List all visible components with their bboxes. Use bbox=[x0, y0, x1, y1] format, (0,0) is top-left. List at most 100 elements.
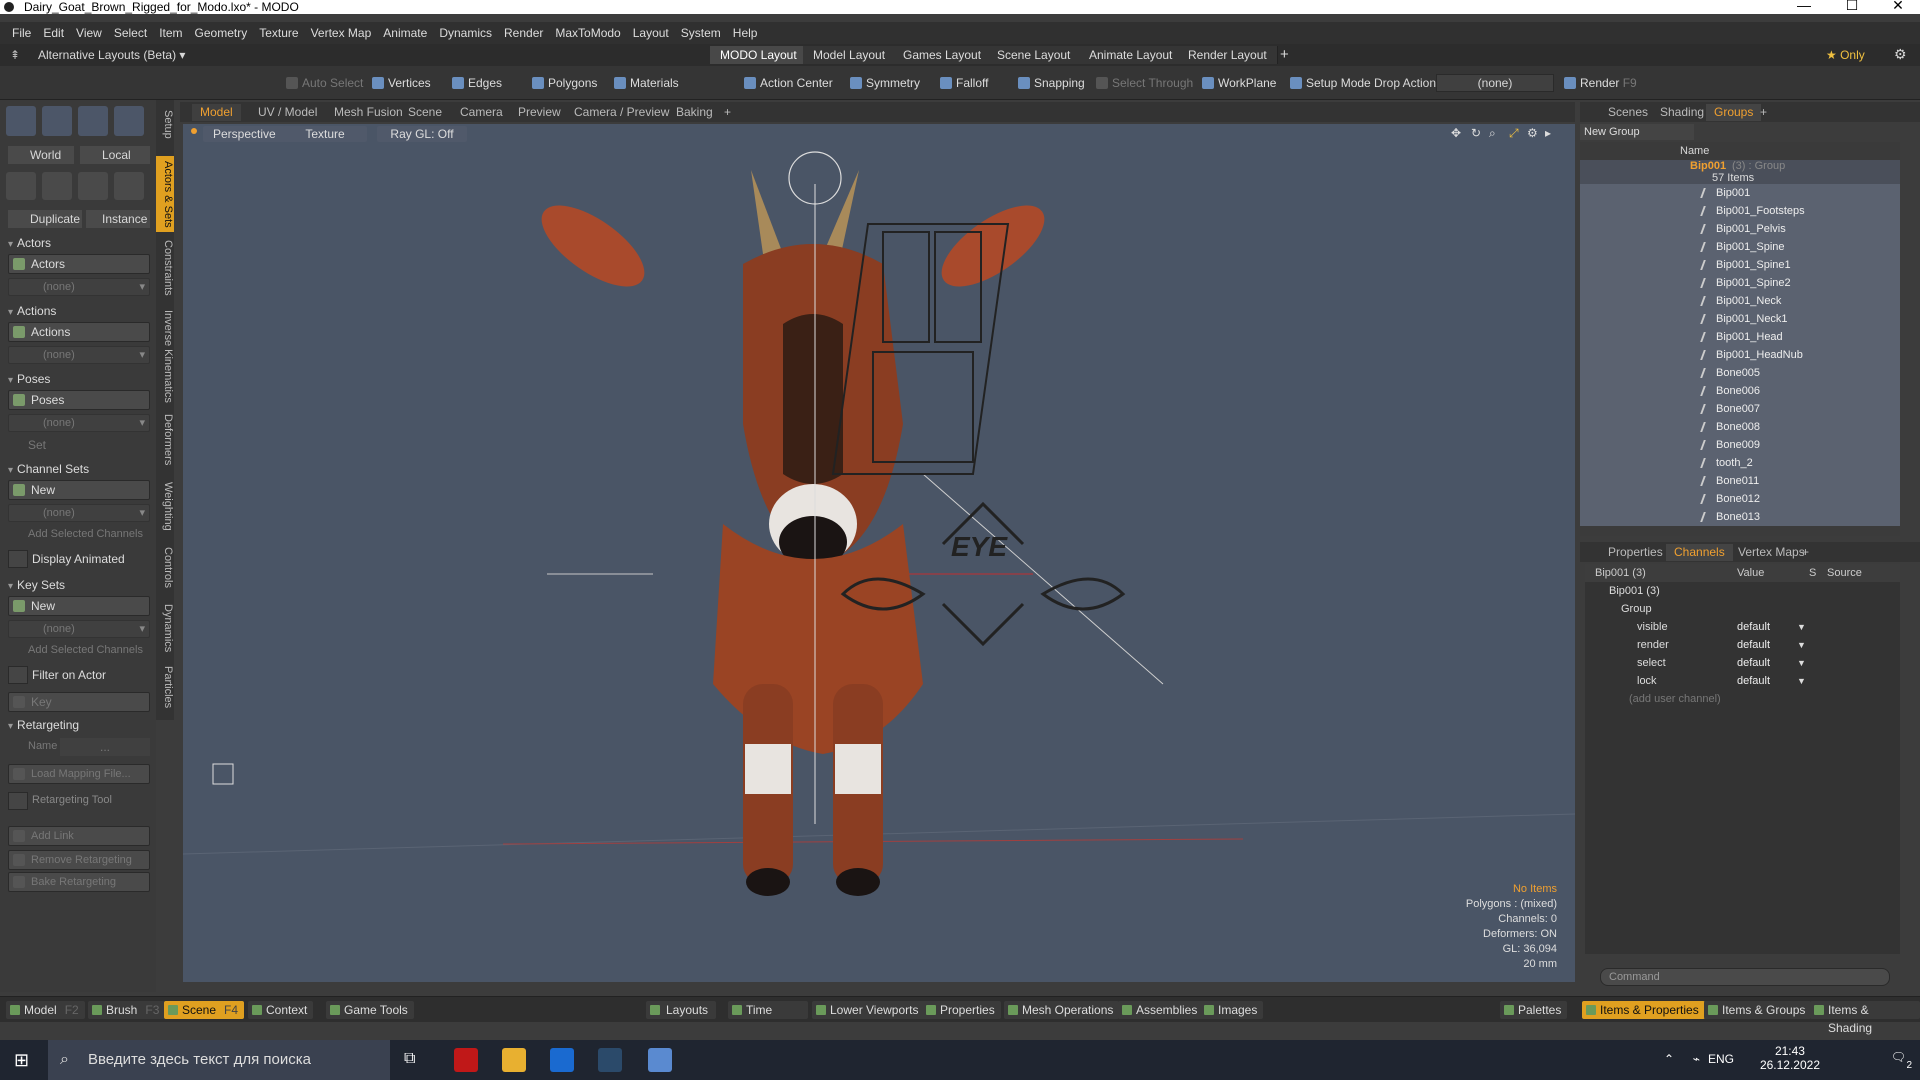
vtab-setup[interactable]: Setup bbox=[156, 106, 174, 142]
group-item[interactable]: Bone006 bbox=[1580, 382, 1900, 400]
tab-render-layout[interactable]: Render Layout bbox=[1178, 46, 1278, 64]
lower-viewports-button[interactable]: Lower Viewports bbox=[812, 1001, 925, 1019]
menu-geometry[interactable]: Geometry bbox=[195, 26, 248, 40]
notifications-icon[interactable]: 🗨 bbox=[1891, 1050, 1906, 1064]
network-icon[interactable]: ⌁ bbox=[1693, 1052, 1700, 1066]
polygons-button[interactable]: Polygons bbox=[530, 74, 597, 92]
edges-button[interactable]: Edges bbox=[450, 74, 502, 92]
key-sets-section-header[interactable]: Key Sets bbox=[8, 578, 65, 592]
locator-icon[interactable] bbox=[114, 172, 144, 200]
menu-dynamics[interactable]: Dynamics bbox=[439, 26, 492, 40]
task-view-icon[interactable]: ⧉ bbox=[404, 1050, 415, 1068]
properties-button[interactable]: Properties bbox=[922, 1001, 1001, 1019]
key-button[interactable]: Key bbox=[8, 692, 150, 712]
tab-uv-model[interactable]: UV / Model bbox=[250, 104, 325, 121]
add-user-channel-row[interactable]: (add user channel) bbox=[1585, 690, 1900, 708]
pin-icon[interactable]: ⇞ bbox=[10, 48, 20, 62]
gear-icon[interactable]: ⚙ bbox=[1894, 46, 1907, 63]
vtab-inverse-kinematics[interactable]: Inverse Kinematics bbox=[156, 308, 174, 404]
value-column-header[interactable]: Value bbox=[1737, 564, 1764, 582]
channel-row[interactable]: visible default ▼ bbox=[1585, 618, 1900, 636]
actor-select[interactable]: (none) bbox=[8, 278, 150, 296]
add-selected-channels-button[interactable]: Add Selected Channels bbox=[28, 528, 143, 540]
fit-icon[interactable]: ⤢ bbox=[1509, 126, 1519, 141]
load-mapping-button[interactable]: Load Mapping File... bbox=[8, 764, 150, 784]
clock[interactable]: 21:43 26.12.2022 bbox=[1760, 1044, 1820, 1072]
select-through-button[interactable]: Select Through bbox=[1094, 74, 1193, 92]
name-select[interactable]: ... bbox=[60, 738, 150, 756]
add-link-button[interactable]: Add Link bbox=[8, 826, 150, 846]
tab-scenes[interactable]: Scenes bbox=[1600, 104, 1656, 121]
setup-mode-button[interactable]: Setup Mode bbox=[1288, 74, 1371, 92]
group-item[interactable]: Bip001_Head bbox=[1580, 328, 1900, 346]
group-item[interactable]: Bip001_Neck bbox=[1580, 292, 1900, 310]
group-row[interactable]: Bip001 (3) : Group 57 Items bbox=[1580, 160, 1900, 184]
tab-scene[interactable]: Scene bbox=[400, 104, 450, 121]
pose-select[interactable]: (none) bbox=[8, 414, 150, 432]
dropdown-arrow-icon[interactable]: ▼ bbox=[1797, 618, 1806, 636]
tab-camera-preview[interactable]: Camera / Preview bbox=[566, 104, 677, 121]
menu-texture[interactable]: Texture bbox=[259, 26, 298, 40]
model-mode-button[interactable]: Model F2 bbox=[6, 1001, 85, 1019]
group-item[interactable]: Bip001_HeadNub bbox=[1580, 346, 1900, 364]
viewport-menu-icon[interactable]: ▸ bbox=[1545, 126, 1551, 140]
group-item[interactable]: Bone011 bbox=[1580, 472, 1900, 490]
zoom-icon[interactable]: ⌕ bbox=[1489, 126, 1496, 141]
maximize-button[interactable]: ☐ bbox=[1832, 0, 1872, 12]
context-button[interactable]: Context bbox=[248, 1001, 314, 1019]
actors-button[interactable]: Actors bbox=[8, 254, 150, 274]
move-tool-icon[interactable] bbox=[6, 106, 36, 136]
mesh-operations-button[interactable]: Mesh Operations bbox=[1004, 1001, 1120, 1019]
channel-row[interactable]: lock default ▼ bbox=[1585, 672, 1900, 690]
tab-modo-layout[interactable]: MODO Layout bbox=[710, 46, 808, 64]
shading-mode-dropdown[interactable]: Texture bbox=[283, 126, 367, 142]
menu-item[interactable]: Item bbox=[159, 26, 182, 40]
materials-button[interactable]: Materials bbox=[612, 74, 679, 92]
scale-tool-icon[interactable] bbox=[78, 106, 108, 136]
world-button[interactable]: World bbox=[8, 146, 74, 164]
viewport-options-icon[interactable]: ⚙ bbox=[1527, 126, 1538, 140]
workplane-button[interactable]: WorkPlane bbox=[1200, 74, 1276, 92]
tab-channels[interactable]: Channels bbox=[1666, 544, 1733, 561]
add-panel-tab-button[interactable]: + bbox=[1752, 104, 1775, 121]
items-shading-button[interactable]: Items & Shading bbox=[1810, 1001, 1920, 1035]
menu-help[interactable]: Help bbox=[733, 26, 758, 40]
modo-taskbar-icon[interactable] bbox=[598, 1048, 622, 1072]
poses-section-header[interactable]: Poses bbox=[8, 372, 50, 386]
vtab-particles[interactable]: Particles bbox=[156, 662, 174, 712]
tab-scene-layout[interactable]: Scene Layout bbox=[987, 46, 1082, 64]
action-select[interactable]: (none) bbox=[8, 346, 150, 364]
auto-select-button[interactable]: Auto Select bbox=[284, 74, 363, 92]
vtab-controls[interactable]: Controls bbox=[156, 542, 174, 592]
command-input[interactable]: Command bbox=[1600, 968, 1890, 986]
set-pose-button[interactable]: Set bbox=[28, 438, 46, 452]
photos-icon[interactable] bbox=[550, 1048, 574, 1072]
pan-icon[interactable]: ✥ bbox=[1451, 126, 1461, 140]
add-layout-button[interactable]: + bbox=[1280, 46, 1289, 63]
group-item[interactable]: Bone012 bbox=[1580, 490, 1900, 508]
file-explorer-icon[interactable] bbox=[502, 1048, 526, 1072]
dropdown-arrow-icon[interactable]: ▼ bbox=[1797, 654, 1806, 672]
channel-set-select[interactable]: (none) bbox=[8, 504, 150, 522]
retargeting-section-header[interactable]: Retargeting bbox=[8, 718, 79, 732]
images-button[interactable]: Images bbox=[1200, 1001, 1264, 1019]
actions-section-header[interactable]: Actions bbox=[8, 304, 56, 318]
menu-animate[interactable]: Animate bbox=[383, 26, 427, 40]
tab-baking[interactable]: Baking bbox=[668, 104, 721, 121]
channel-value[interactable]: default bbox=[1737, 618, 1770, 636]
poses-button[interactable]: Poses bbox=[8, 390, 150, 410]
raygl-toggle[interactable]: Ray GL: Off bbox=[377, 126, 467, 142]
assemblies-button[interactable]: Assemblies bbox=[1118, 1001, 1204, 1019]
actions-button[interactable]: Actions bbox=[8, 322, 150, 342]
group-item[interactable]: Bip001_Footsteps bbox=[1580, 202, 1900, 220]
windows-start-icon[interactable]: ⊞ bbox=[14, 1050, 29, 1071]
language-indicator[interactable]: ENG bbox=[1708, 1052, 1734, 1066]
tab-model[interactable]: Model bbox=[192, 104, 241, 121]
tab-model-layout[interactable]: Model Layout bbox=[803, 46, 897, 64]
render-button[interactable]: Render F9 bbox=[1562, 74, 1637, 92]
tab-properties[interactable]: Properties bbox=[1600, 544, 1671, 561]
display-animated-checkbox[interactable] bbox=[8, 550, 28, 568]
time-button[interactable]: Time bbox=[728, 1001, 808, 1019]
vtab-constraints[interactable]: Constraints bbox=[156, 238, 174, 298]
group-item[interactable]: Bip001 bbox=[1580, 184, 1900, 202]
